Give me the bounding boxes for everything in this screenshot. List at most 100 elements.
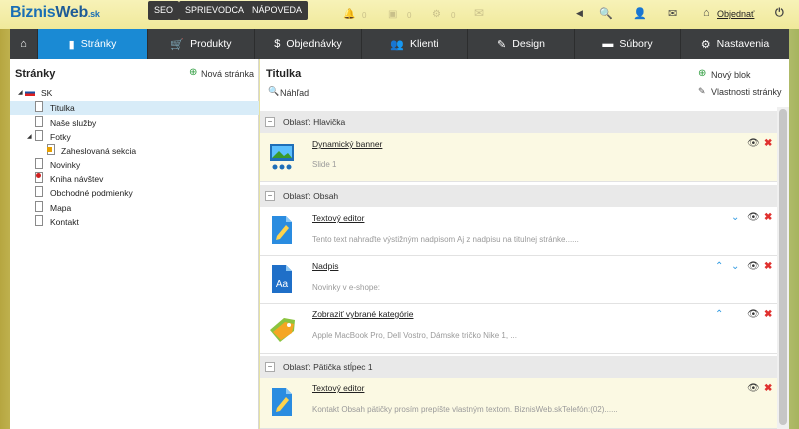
search-icon[interactable]: 🔍 xyxy=(599,7,613,20)
area-header[interactable]: − Oblasť: Obsah xyxy=(260,185,777,207)
hidden-page-icon xyxy=(35,172,43,183)
seo-button[interactable]: SEO xyxy=(148,1,180,20)
new-block-icon[interactable]: ⊕ xyxy=(698,68,706,79)
page-icon xyxy=(35,116,43,127)
page-icon xyxy=(35,201,43,212)
tree-item-kontakt[interactable]: Kontakt xyxy=(10,215,259,229)
preview-link[interactable]: Náhľad xyxy=(280,88,309,98)
tree-item-titulka[interactable]: Titulka xyxy=(10,101,259,115)
top-bar: BiznisWeb.sk SEO SPRIEVODCA NÁPOVEDA 🔔 0… xyxy=(0,0,799,29)
delete-icon[interactable]: ✖ xyxy=(764,309,772,320)
tree-item-mapa[interactable]: Mapa xyxy=(10,201,259,215)
orders-count: 0 xyxy=(407,11,412,20)
delete-icon[interactable]: ✖ xyxy=(764,261,772,272)
area-header[interactable]: − Oblasť: Pätička stĺpec 1 xyxy=(260,356,777,378)
user-icon[interactable]: 👤 xyxy=(633,7,647,20)
block-title[interactable]: Dynamický banner xyxy=(312,139,382,149)
block-description: Novinky v e-shope: xyxy=(312,283,381,292)
visibility-icon[interactable]: 👁 xyxy=(747,138,760,149)
tree-item-fotky[interactable]: ◢ Fotky xyxy=(10,130,259,144)
svg-text:Aa: Aa xyxy=(276,279,289,290)
expand-icon[interactable]: ◢ xyxy=(27,133,32,140)
move-down-icon[interactable]: ⌄ xyxy=(731,261,739,272)
scrollbar[interactable] xyxy=(777,107,789,429)
block-title[interactable]: Textový editor xyxy=(312,383,364,393)
new-block-link[interactable]: Nový blok xyxy=(711,70,751,80)
content-block[interactable]: Dynamický banner Slide 1 👁 ✖ xyxy=(260,133,777,182)
content-block[interactable]: Zobraziť vybrané kategórie Apple MacBook… xyxy=(260,304,777,354)
store-icon[interactable]: ⌂ xyxy=(703,7,710,19)
delete-icon[interactable]: ✖ xyxy=(764,383,772,394)
pages-panel-title: Stránky xyxy=(15,68,56,80)
mail-faded-icon[interactable]: ✉ xyxy=(474,6,484,20)
area-header[interactable]: − Oblasť: Hlavička xyxy=(260,111,777,133)
banner-icon xyxy=(270,144,294,170)
power-icon[interactable]: ⏻ xyxy=(775,7,784,20)
block-description: Tento text nahraďte výstižným nadpisom A… xyxy=(312,235,579,244)
users-icon: 👥 xyxy=(390,38,405,51)
tree-item-novinky[interactable]: Novinky xyxy=(10,158,259,172)
guide-button[interactable]: SPRIEVODCA xyxy=(179,1,251,20)
collapse-toggle[interactable]: − xyxy=(265,191,275,201)
help-button[interactable]: NÁPOVEDA xyxy=(246,1,309,20)
nav-item-design[interactable]: ✎ Design xyxy=(468,29,575,59)
collapse-toggle[interactable]: − xyxy=(265,362,275,372)
collapse-left-icon[interactable]: ◀ xyxy=(576,8,583,19)
collapse-toggle[interactable]: − xyxy=(265,117,275,127)
text-editor-icon xyxy=(272,388,292,416)
folder-icon: ▬ xyxy=(602,38,614,50)
block-description: Slide 1 xyxy=(312,160,337,169)
tree-item-obchodne-podmienky[interactable]: Obchodné podmienky xyxy=(10,186,259,200)
nav-item-orders[interactable]: $ Objednávky xyxy=(255,29,362,59)
locked-page-icon xyxy=(47,144,55,155)
home-button[interactable]: ⌂ xyxy=(10,29,38,59)
visibility-icon[interactable]: 👁 xyxy=(747,383,760,394)
tree-item-nase-sluzby[interactable]: Naše služby xyxy=(10,116,259,130)
tree-item-kniha-navstev[interactable]: Kniha návštev xyxy=(10,172,259,186)
shopping-bag-icon[interactable]: ▣ xyxy=(388,9,397,20)
visibility-icon[interactable]: 👁 xyxy=(747,212,760,223)
move-up-icon[interactable]: ⌃ xyxy=(715,309,723,320)
nav-item-files[interactable]: ▬ Súbory xyxy=(575,29,681,59)
expand-icon[interactable]: ◢ xyxy=(18,89,23,96)
mail-icon[interactable]: ✉ xyxy=(668,7,677,20)
content-block[interactable]: Aa Nadpis Novinky v e-shope: ⌃ ⌄ 👁 ✖ xyxy=(260,256,777,304)
page-properties-link[interactable]: Vlastnosti stránky xyxy=(711,87,782,97)
settings-gear-icon[interactable]: ⚙ xyxy=(432,9,441,20)
tree-root[interactable]: ◢ SK xyxy=(10,86,259,100)
settings-count: 0 xyxy=(451,11,456,20)
delete-icon[interactable]: ✖ xyxy=(764,138,772,149)
move-down-icon[interactable]: ⌄ xyxy=(731,212,739,223)
block-title[interactable]: Textový editor xyxy=(312,213,364,223)
content-block[interactable]: Textový editor Kontakt Obsah pätičky pro… xyxy=(260,378,777,429)
nav-item-pages[interactable]: ▮ Stránky xyxy=(38,29,148,59)
brush-icon: ✎ xyxy=(497,38,507,51)
nav-item-clients[interactable]: 👥 Klienti xyxy=(362,29,468,59)
order-link[interactable]: Objednať xyxy=(717,9,754,19)
move-up-icon[interactable]: ⌃ xyxy=(715,261,723,272)
visibility-icon[interactable]: 👁 xyxy=(747,309,760,320)
tag-icon xyxy=(270,318,295,342)
scrollbar-thumb[interactable] xyxy=(779,109,787,425)
nav-item-settings[interactable]: ⚙ Nastavenia xyxy=(681,29,789,59)
page-icon xyxy=(35,186,43,197)
page-editor: Titulka 🔍 Náhľad ⊕ Nový blok ✎ Vlastnost… xyxy=(260,59,789,429)
heading-icon: Aa xyxy=(272,265,292,293)
pencil-icon[interactable]: ✎ xyxy=(698,86,706,97)
block-title[interactable]: Zobraziť vybrané kategórie xyxy=(312,309,413,319)
preview-icon[interactable]: 🔍 xyxy=(268,86,279,97)
new-page-icon[interactable]: ⊕ xyxy=(189,67,197,78)
notification-icon[interactable]: 🔔 xyxy=(343,9,355,20)
page-icon xyxy=(35,130,43,141)
page-icon xyxy=(35,158,43,169)
nav-item-products[interactable]: 🛒 Produkty xyxy=(148,29,255,59)
content-block[interactable]: Textový editor Tento text nahraďte výsti… xyxy=(260,207,777,256)
brand-logo[interactable]: BiznisWeb.sk xyxy=(10,4,100,22)
pages-panel: Stránky ⊕ Nová stránka ◢ SK Titulka Naše… xyxy=(10,59,259,429)
tree-item-zaheslovana-sekcia[interactable]: Zaheslovaná sekcia xyxy=(10,144,259,158)
block-title[interactable]: Nadpis xyxy=(312,261,338,271)
page-icon xyxy=(35,101,43,112)
visibility-icon[interactable]: 👁 xyxy=(747,261,760,272)
new-page-link[interactable]: Nová stránka xyxy=(201,69,254,79)
delete-icon[interactable]: ✖ xyxy=(764,212,772,223)
